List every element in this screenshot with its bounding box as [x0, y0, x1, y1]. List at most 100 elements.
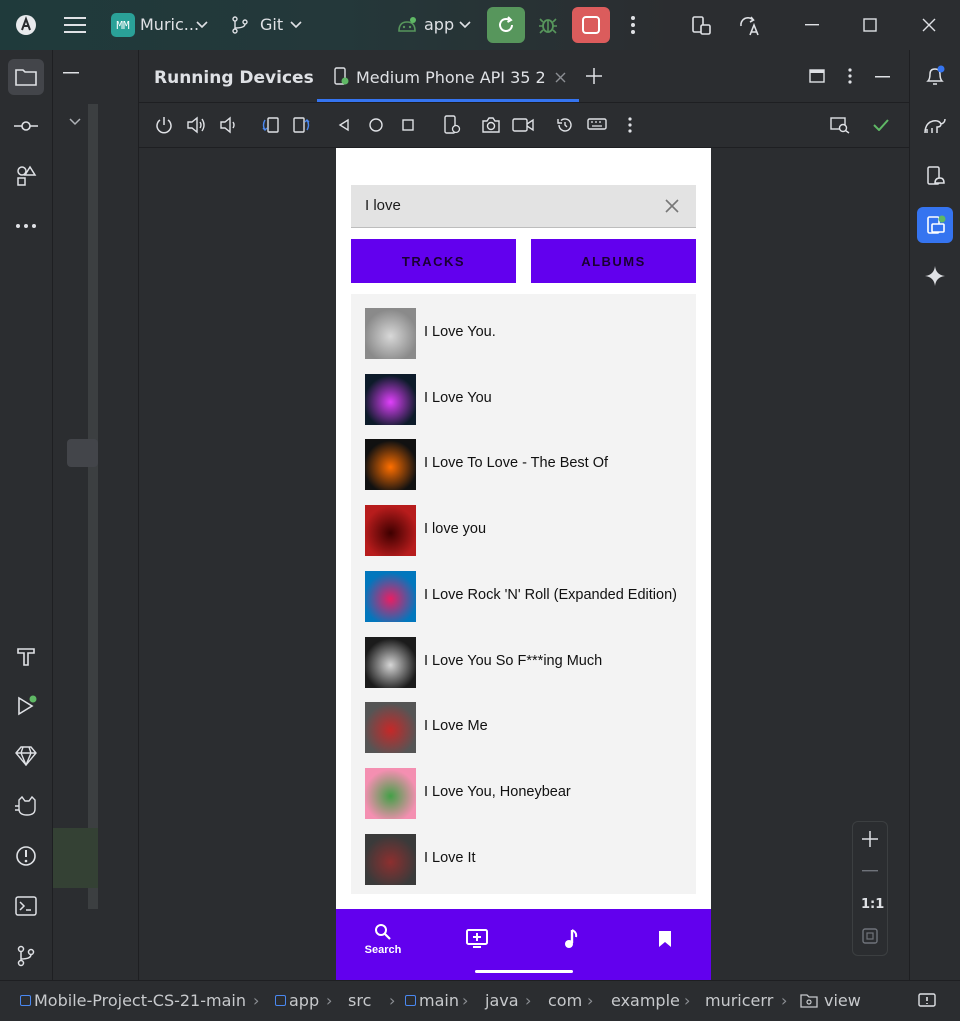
power-icon[interactable] — [152, 113, 176, 137]
hide-panel-icon[interactable] — [63, 72, 79, 74]
translate-icon[interactable] — [735, 10, 765, 40]
volume-up-icon[interactable] — [184, 113, 208, 137]
breadcrumb-item[interactable]: main — [419, 991, 459, 1010]
close-window-icon[interactable] — [914, 10, 944, 40]
vcs-label[interactable]: Git — [260, 15, 283, 34]
zoom-in-icon[interactable] — [862, 831, 878, 847]
project-badge[interactable]: MM — [111, 13, 135, 37]
breadcrumb-item[interactable]: src — [348, 991, 371, 1010]
gemini-tool-button[interactable] — [8, 738, 44, 774]
list-item[interactable]: I Love To Love - The Best Of — [365, 439, 685, 491]
list-item[interactable]: I Love Me — [365, 702, 685, 754]
scrollbar[interactable] — [88, 104, 98, 909]
version-control-button[interactable] — [8, 938, 44, 974]
list-item[interactable]: I Love You So F***ing Much — [365, 636, 685, 689]
breadcrumb-item[interactable]: example — [611, 991, 680, 1010]
results-list[interactable]: I Love You. I Love You I Love To Love - Th… — [351, 294, 696, 894]
zoom-ratio-button[interactable]: 1:1 — [861, 897, 884, 912]
commit-tool-button[interactable] — [8, 108, 44, 144]
resource-manager-button[interactable] — [8, 158, 44, 194]
android-studio-logo-icon[interactable] — [11, 10, 41, 40]
running-devices-button[interactable] — [917, 207, 953, 243]
list-item[interactable]: I Love You — [365, 373, 685, 426]
layout-icon[interactable] — [809, 69, 825, 83]
tracks-button[interactable]: TRACKS — [351, 239, 516, 283]
back-icon[interactable] — [332, 113, 356, 137]
album-art-image — [365, 439, 416, 491]
rerun-button[interactable] — [487, 7, 525, 43]
logcat-tool-button[interactable] — [8, 788, 44, 824]
run-tool-button[interactable] — [8, 688, 44, 724]
terminal-tool-button[interactable] — [8, 888, 44, 924]
nav-music[interactable] — [524, 909, 618, 969]
device-settings-icon[interactable] — [440, 113, 464, 137]
list-item[interactable]: I Love You. — [365, 308, 685, 360]
overview-icon[interactable] — [396, 113, 420, 137]
more-tools-button[interactable] — [8, 208, 44, 244]
chevron-down-icon[interactable] — [455, 10, 475, 40]
device-manager-icon[interactable] — [686, 10, 716, 40]
list-item[interactable]: I Love Rock 'N' Roll (Expanded Edition) — [365, 570, 685, 623]
breadcrumb-item[interactable]: app — [289, 991, 319, 1010]
list-item[interactable]: I love you — [365, 505, 685, 557]
device-manager-button[interactable] — [917, 158, 953, 194]
breadcrumb-item[interactable]: java — [485, 991, 519, 1010]
notifications-button[interactable] — [917, 58, 953, 94]
rerun-icon — [499, 16, 513, 32]
checkmark-icon[interactable] — [869, 113, 893, 137]
maximize-window-icon[interactable] — [855, 10, 885, 40]
scroll-thumb[interactable] — [67, 439, 98, 467]
gradle-button[interactable] — [917, 108, 953, 144]
chevron-down-icon[interactable] — [286, 10, 306, 40]
build-tool-button[interactable] — [8, 638, 44, 674]
running-devices-header: Running Devices Medium Phone API 35 2 — [139, 50, 909, 103]
gesture-bar[interactable] — [475, 970, 573, 973]
rotate-left-icon[interactable] — [258, 113, 282, 137]
nav-saved[interactable] — [618, 909, 711, 969]
chevron-down-icon[interactable] — [192, 10, 212, 40]
more-vertical-icon[interactable] — [848, 68, 852, 84]
breadcrumb-item[interactable]: Mobile-Project-CS-21-main — [34, 991, 246, 1010]
layout-inspector-icon[interactable] — [828, 113, 852, 137]
gemini-button[interactable] — [917, 258, 953, 294]
screenshot-icon[interactable] — [479, 113, 503, 137]
breadcrumb-item[interactable]: com — [548, 991, 582, 1010]
run-config-label[interactable]: app — [424, 15, 454, 34]
debug-icon[interactable] — [533, 10, 563, 40]
list-item[interactable]: I Love You, Honeybear — [365, 767, 685, 820]
breadcrumb-item[interactable]: muricerr — [705, 991, 773, 1010]
main-menu-icon[interactable] — [60, 10, 90, 40]
phone-screen[interactable]: I love TRACKS ALBUMS I Love You. I Love Y… — [336, 148, 711, 980]
add-tab-icon[interactable] — [586, 68, 602, 84]
project-name[interactable]: Muric... — [140, 15, 199, 34]
more-vertical-icon[interactable] — [618, 113, 642, 137]
keyboard-icon[interactable] — [585, 113, 609, 137]
chevron-down-icon[interactable] — [69, 118, 81, 126]
android-icon[interactable] — [394, 10, 420, 40]
nav-search[interactable]: Search — [336, 909, 430, 969]
nav-browse[interactable] — [430, 909, 524, 969]
more-vertical-icon[interactable] — [618, 10, 648, 40]
list-item[interactable]: I Love It — [365, 833, 685, 886]
problems-tool-button[interactable] — [8, 838, 44, 874]
screen-record-icon[interactable] — [511, 113, 535, 137]
active-tab-indicator — [317, 99, 579, 102]
notification-panel-icon[interactable] — [918, 992, 936, 1010]
clear-search-icon[interactable] — [665, 199, 679, 213]
project-tool-button[interactable] — [8, 59, 44, 95]
volume-down-icon[interactable] — [216, 113, 240, 137]
branch-icon[interactable] — [228, 10, 252, 40]
minimize-window-icon[interactable] — [797, 10, 827, 40]
stop-button[interactable] — [572, 7, 610, 43]
hide-icon[interactable] — [875, 76, 890, 78]
search-input[interactable]: I love — [351, 185, 696, 228]
fit-screen-icon[interactable] — [862, 928, 878, 944]
device-tab[interactable]: Medium Phone API 35 2 — [317, 50, 579, 102]
home-icon[interactable] — [364, 113, 388, 137]
breadcrumb-item[interactable]: view — [824, 991, 861, 1010]
snapshot-icon[interactable] — [553, 113, 577, 137]
close-tab-icon[interactable] — [555, 72, 566, 83]
rotate-right-icon[interactable] — [290, 113, 314, 137]
albums-button[interactable]: ALBUMS — [531, 239, 696, 283]
zoom-out-icon[interactable] — [862, 870, 878, 872]
